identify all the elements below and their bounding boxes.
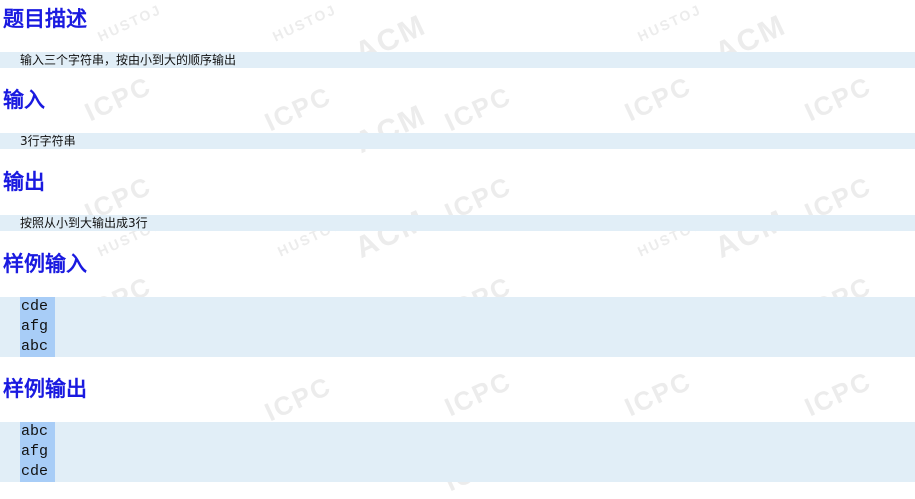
watermark-icpc: ICPC — [800, 365, 877, 423]
watermark-icpc: ICPC — [440, 80, 517, 138]
watermark-icpc: ICPC — [260, 370, 337, 428]
watermark-hustoj: HUSTOJ — [635, 1, 704, 45]
sample-output-line: abc — [20, 422, 55, 442]
sample-output-lines: abc afg cde — [20, 422, 55, 482]
output-title: 输出 — [3, 170, 45, 194]
watermark-icpc: ICPC — [440, 365, 517, 423]
output-band: 按照从小到大输出成3行 — [0, 215, 915, 231]
watermark-icpc: ICPC — [620, 365, 697, 423]
sample-input-block: cde afg abc — [0, 297, 915, 357]
sample-input-line: abc — [20, 337, 55, 357]
watermark-acm: ACM — [710, 203, 792, 265]
sample-input-title: 样例输入 — [3, 252, 87, 276]
input-band: 3行字符串 — [0, 133, 915, 149]
input-text: 3行字符串 — [20, 134, 76, 148]
watermark-icpc: ICPC — [800, 70, 877, 128]
input-title: 输入 — [3, 88, 45, 112]
sample-output-line: cde — [20, 462, 55, 482]
description-title: 题目描述 — [3, 7, 87, 31]
sample-input-line: afg — [20, 317, 55, 337]
watermark-icpc: ICPC — [80, 70, 157, 128]
watermark-icpc: ICPC — [620, 70, 697, 128]
description-text: 输入三个字符串，按由小到大的顺序输出 — [20, 53, 237, 67]
watermark-acm: ACM — [350, 98, 432, 160]
sample-output-line: afg — [20, 442, 55, 462]
watermark-hustoj: HUSTOJ — [95, 1, 164, 45]
sample-input-lines: cde afg abc — [20, 297, 55, 357]
watermark-hustoj: HUSTOJ — [270, 1, 339, 45]
sample-output-block: abc afg cde — [0, 422, 915, 482]
description-band: 输入三个字符串，按由小到大的顺序输出 — [0, 52, 915, 68]
watermark-acm: ACM — [350, 203, 432, 265]
output-text: 按照从小到大输出成3行 — [20, 216, 148, 230]
sample-output-title: 样例输出 — [3, 377, 87, 401]
watermark-icpc: ICPC — [260, 80, 337, 138]
sample-input-line: cde — [20, 297, 55, 317]
